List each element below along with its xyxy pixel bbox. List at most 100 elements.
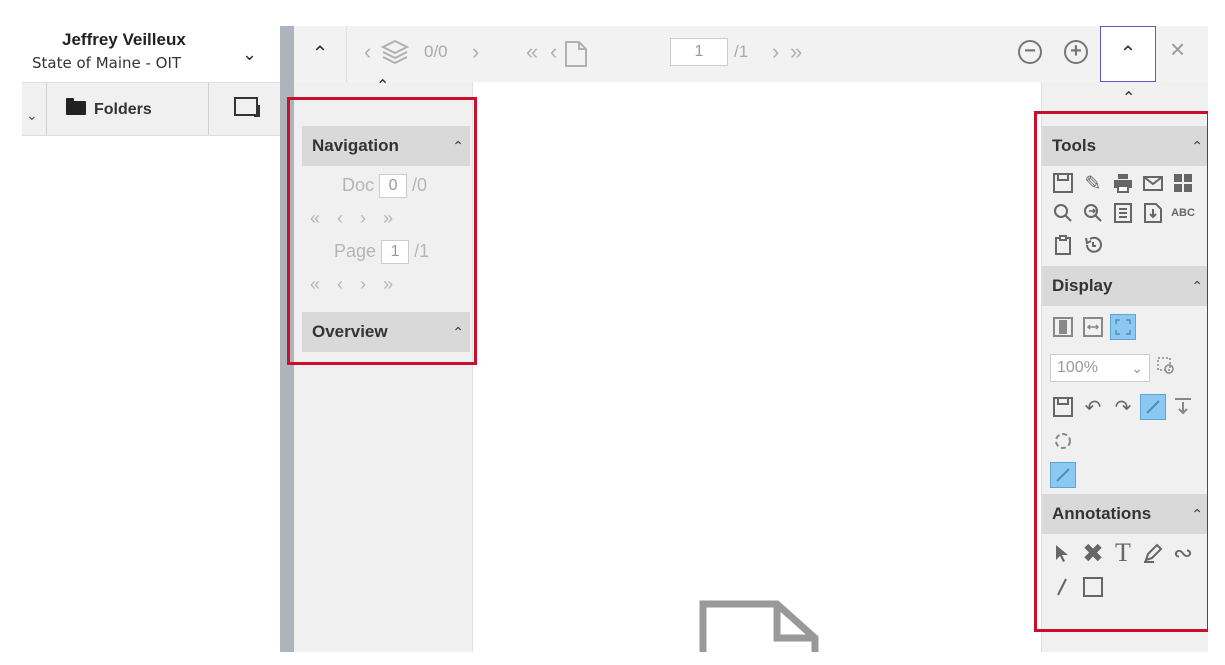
- display-row-1: [1050, 314, 1136, 340]
- download-icon[interactable]: [1140, 200, 1166, 226]
- folders-tab[interactable]: Folders: [66, 98, 152, 119]
- zoom-out-icon[interactable]: −: [1018, 40, 1042, 64]
- annotation-toggle-icon[interactable]: [1140, 394, 1166, 420]
- collapse-pane-icon[interactable]: ⌃: [376, 76, 389, 96]
- display-row-3: [1050, 428, 1076, 454]
- clipboard-icon[interactable]: [1050, 232, 1076, 258]
- tools-pane: ⌃ Tools ⌃ ✎ ABC Display ⌃ 100% ⌄ ↶ ↷ Ann…: [1041, 82, 1208, 652]
- display-section-header[interactable]: Display ⌃: [1042, 266, 1208, 306]
- grid-icon[interactable]: [1170, 170, 1196, 196]
- navigation-title: Navigation: [312, 136, 399, 155]
- annotations-title: Annotations: [1052, 504, 1152, 523]
- last-doc-icon[interactable]: »: [383, 208, 399, 228]
- collapse-pane-icon[interactable]: ⌃: [1122, 88, 1135, 108]
- text-tool-icon[interactable]: T: [1110, 538, 1136, 567]
- page-number-input[interactable]: 1: [670, 38, 728, 66]
- annotations-row-1: ✖ T ∾: [1050, 538, 1196, 568]
- document-counter: 0/0: [424, 42, 448, 61]
- page-nav-buttons: « ‹ › »: [310, 274, 399, 295]
- section-collapse-icon[interactable]: ⌃: [452, 138, 464, 155]
- search-icon[interactable]: [1050, 200, 1076, 226]
- last-page-nav-icon[interactable]: »: [383, 274, 399, 294]
- prev-doc-icon[interactable]: ‹: [337, 208, 349, 228]
- next-doc-icon[interactable]: ›: [360, 208, 372, 228]
- rectangle-tool-icon[interactable]: [1080, 574, 1106, 600]
- save-icon[interactable]: [1050, 170, 1076, 196]
- search-next-icon[interactable]: [1080, 200, 1106, 226]
- zoom-in-icon[interactable]: +: [1064, 40, 1088, 64]
- close-icon[interactable]: ×: [1170, 34, 1185, 65]
- user-organization: State of Maine - OIT: [32, 54, 182, 72]
- print-icon[interactable]: [1110, 170, 1136, 196]
- next-page-nav-icon[interactable]: ›: [360, 274, 372, 294]
- first-page-nav-icon[interactable]: «: [310, 274, 326, 294]
- blank-document-icon: [699, 598, 819, 652]
- section-collapse-icon[interactable]: ⌃: [1191, 506, 1203, 523]
- user-name: Jeffrey Veilleux: [62, 30, 186, 49]
- pane-splitter[interactable]: [280, 26, 294, 652]
- display-row-2: ↶ ↷: [1050, 394, 1196, 420]
- annotations-section-header[interactable]: Annotations ⌃: [1042, 494, 1208, 534]
- fit-page-icon[interactable]: [1110, 314, 1136, 340]
- overview-section-header[interactable]: Overview ⌃: [302, 312, 470, 352]
- toolbar-collapse-button[interactable]: ⌃: [294, 26, 347, 82]
- page-icon: [564, 40, 588, 77]
- pencil-icon[interactable]: ✎: [1080, 170, 1106, 196]
- fit-width-icon[interactable]: [1080, 314, 1106, 340]
- doc-total: /0: [412, 174, 428, 195]
- chevron-down-icon: ⌄: [1131, 360, 1143, 376]
- viewer-toolbar: ⌃ ‹ 0/0 › « ‹ 1 /1 › » − + ⌃ ×: [294, 26, 1208, 83]
- first-page-icon[interactable]: «: [526, 36, 538, 68]
- export-icon[interactable]: [1170, 394, 1196, 420]
- highlighter-icon[interactable]: [1140, 540, 1166, 566]
- collapse-chevron-icon[interactable]: ⌄: [26, 107, 38, 124]
- prev-page-nav-icon[interactable]: ‹: [337, 274, 349, 294]
- page-total-label: /1: [414, 240, 430, 261]
- next-page-icon[interactable]: ›: [772, 36, 779, 68]
- tools-title: Tools: [1052, 136, 1097, 155]
- save-view-icon[interactable]: [1050, 394, 1076, 420]
- navigation-pane: ⌃ Navigation ⌃ Doc 0 /0 « ‹ › » Page 1 /…: [294, 78, 473, 652]
- section-collapse-icon[interactable]: ⌃: [452, 324, 464, 341]
- window-icon[interactable]: [234, 97, 260, 117]
- section-collapse-icon[interactable]: ⌃: [1191, 278, 1203, 295]
- ocr-select-icon[interactable]: ABC: [1170, 200, 1196, 226]
- doc-number-input[interactable]: 0: [379, 174, 408, 198]
- page-nav-row: Page 1 /1: [334, 240, 429, 264]
- fit-height-icon[interactable]: [1050, 314, 1076, 340]
- email-icon[interactable]: [1140, 170, 1166, 196]
- tools-row-2: ABC: [1050, 200, 1196, 226]
- highlight-mode-icon[interactable]: [1050, 462, 1076, 488]
- collapse-toolbar-button[interactable]: ⌃: [1100, 26, 1156, 82]
- folder-icon: [66, 98, 86, 115]
- last-page-icon[interactable]: »: [790, 36, 802, 68]
- rotate-right-icon[interactable]: ↷: [1110, 394, 1136, 420]
- user-menu-chevron-icon[interactable]: ⌄: [242, 44, 257, 65]
- user-panel: Jeffrey Veilleux State of Maine - OIT ⌄ …: [22, 26, 280, 652]
- first-doc-icon[interactable]: «: [310, 208, 326, 228]
- annotations-row-2: [1050, 574, 1106, 600]
- refresh-icon[interactable]: [1050, 428, 1076, 454]
- prev-document-icon[interactable]: ‹: [364, 36, 371, 68]
- navigation-section-header[interactable]: Navigation ⌃: [302, 126, 470, 166]
- zoom-level-select[interactable]: 100% ⌄: [1050, 354, 1150, 382]
- zoom-level-value: 100%: [1057, 359, 1098, 376]
- viewer-window: Jeffrey Veilleux State of Maine - OIT ⌄ …: [22, 26, 1208, 652]
- document-viewport: [473, 82, 1041, 652]
- tools-section-header[interactable]: Tools ⌃: [1042, 126, 1208, 166]
- prev-page-icon[interactable]: ‹: [550, 36, 557, 68]
- freehand-icon[interactable]: ∾: [1170, 540, 1196, 567]
- layers-icon: [380, 38, 410, 75]
- tools-row-1: ✎: [1050, 170, 1196, 196]
- next-document-icon[interactable]: ›: [472, 36, 479, 68]
- page-number-field[interactable]: 1: [381, 240, 410, 264]
- section-collapse-icon[interactable]: ⌃: [1191, 138, 1203, 155]
- rotate-left-icon[interactable]: ↶: [1080, 394, 1106, 420]
- history-icon[interactable]: [1080, 232, 1106, 258]
- delete-icon[interactable]: ✖: [1080, 538, 1106, 568]
- properties-icon[interactable]: [1110, 200, 1136, 226]
- zoom-rectangle-icon[interactable]: [1154, 354, 1180, 380]
- select-arrow-icon[interactable]: [1050, 540, 1076, 566]
- line-tool-icon[interactable]: [1050, 574, 1076, 600]
- doc-nav-row: Doc 0 /0: [342, 174, 427, 198]
